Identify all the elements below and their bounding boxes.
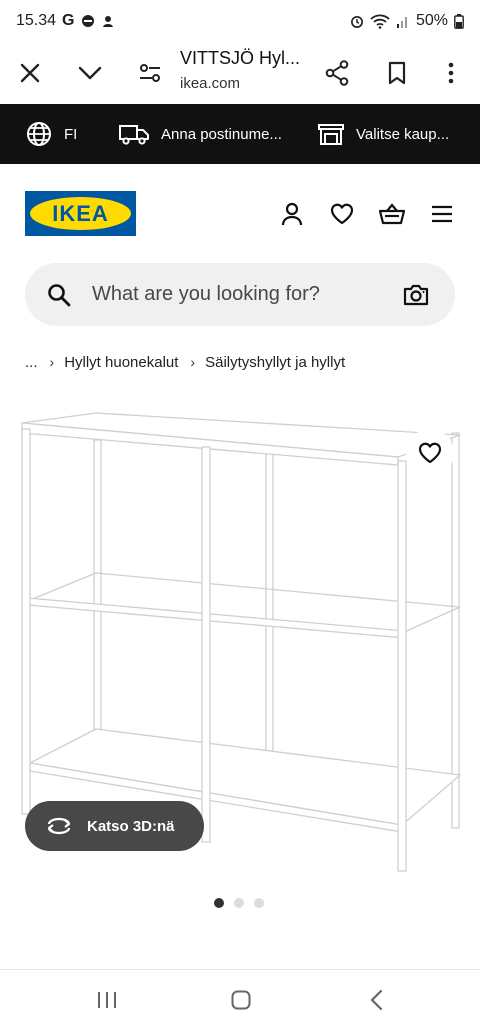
hamburger-menu-icon <box>432 205 452 223</box>
image-carousel-dots <box>214 898 264 908</box>
ikea-logo[interactable]: IKEA <box>25 191 136 236</box>
signal-icon <box>396 14 410 28</box>
language-label: FI <box>64 125 78 143</box>
breadcrumb-item-storage-shelves[interactable]: Säilytyshyllyt ja hyllyt <box>205 354 345 371</box>
battery-icon <box>454 13 464 29</box>
close-tab-button[interactable] <box>10 53 50 93</box>
logo-oval: IKEA <box>30 197 131 230</box>
breadcrumb: ... › Hyllyt huonekalut › Säilytyshyllyt… <box>25 351 345 373</box>
recent-apps-icon <box>98 992 116 1008</box>
battery-level: 50% <box>415 12 448 29</box>
search-icon <box>48 284 71 307</box>
add-to-favourites-button[interactable] <box>406 429 454 477</box>
chevron-right-icon: › <box>49 354 55 370</box>
search-placeholder: What are you looking for? <box>92 283 320 305</box>
home-icon <box>231 990 251 1010</box>
google-icon: G <box>62 12 75 29</box>
store-icon <box>318 124 344 145</box>
shopping-basket-icon <box>379 203 405 225</box>
page-title: VITTSJÖ Hyl... <box>180 48 301 68</box>
utility-bar: FI Anna postinume... Valitse kaup... <box>0 104 480 164</box>
breadcrumb-item-shelving-furniture[interactable]: Hyllyt huonekalut <box>64 354 178 371</box>
person-icon <box>281 202 303 226</box>
carousel-dot-3[interactable] <box>254 898 264 908</box>
view-3d-label: Katso 3D:nä <box>87 817 175 835</box>
truck-icon <box>119 125 149 145</box>
close-icon <box>20 63 40 83</box>
notification-icon <box>81 14 95 28</box>
bookmark-button[interactable] <box>377 53 417 93</box>
wifi-icon <box>370 14 390 29</box>
bookmark-icon <box>388 61 406 85</box>
heart-icon <box>418 442 442 464</box>
rotate-3d-icon <box>47 817 71 835</box>
more-vert-icon <box>448 62 454 84</box>
page-settings-button[interactable] <box>130 53 170 93</box>
camera-search-icon[interactable] <box>403 282 429 308</box>
search-input[interactable]: What are you looking for? <box>25 263 455 326</box>
favourites-button[interactable] <box>326 198 358 230</box>
minimize-tab-button[interactable] <box>70 53 110 93</box>
breadcrumb-ellipsis[interactable]: ... <box>25 354 38 371</box>
logo-text: IKEA <box>52 200 109 226</box>
back-icon <box>370 989 383 1011</box>
globe-icon <box>27 122 51 146</box>
chevron-right-icon: › <box>190 354 196 370</box>
status-left: 15.34 G <box>16 12 115 30</box>
store-label: Valitse kaup... <box>356 125 450 143</box>
share-icon <box>325 60 349 86</box>
app-notification-icon <box>101 14 115 28</box>
status-right: 50% <box>350 12 464 30</box>
language-selector[interactable]: FI <box>26 104 77 164</box>
page-settings-icon <box>140 64 160 82</box>
alarm-icon <box>350 14 364 28</box>
view-3d-button[interactable]: Katso 3D:nä <box>25 801 204 851</box>
system-navigation-bar <box>0 970 480 1029</box>
carousel-dot-1[interactable] <box>214 898 224 908</box>
store-selector-button[interactable]: Valitse kaup... <box>318 104 449 164</box>
more-options-button[interactable] <box>431 53 471 93</box>
delivery-label: Anna postinume... <box>161 125 282 143</box>
page-title-area[interactable]: VITTSJÖ Hyl... ikea.com <box>180 48 315 92</box>
back-button[interactable] <box>356 982 396 1018</box>
account-button[interactable] <box>276 198 308 230</box>
status-time: 15.34 <box>16 12 57 29</box>
menu-button[interactable] <box>426 198 458 230</box>
shopping-bag-button[interactable] <box>376 198 408 230</box>
page-url: ikea.com <box>180 75 241 92</box>
browser-toolbar: VITTSJÖ Hyl... ikea.com <box>0 42 480 104</box>
heart-icon <box>330 203 354 225</box>
recent-apps-button[interactable] <box>87 982 127 1018</box>
chevron-down-icon <box>78 66 102 80</box>
home-button[interactable] <box>221 982 261 1018</box>
status-bar: 15.34 G 50% <box>0 0 480 42</box>
share-button[interactable] <box>317 53 357 93</box>
carousel-dot-2[interactable] <box>234 898 244 908</box>
delivery-postcode-button[interactable]: Anna postinume... <box>119 104 282 164</box>
